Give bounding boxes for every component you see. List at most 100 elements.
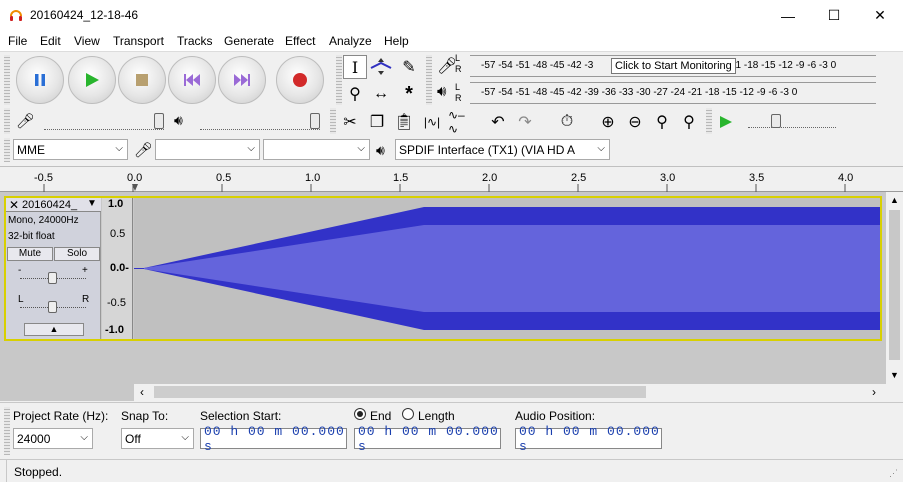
playback-device-select[interactable]: SPDIF Interface (TX1) (VIA HD A ⌵: [395, 139, 610, 160]
selection-end-time[interactable]: 00 h 00 m 00.000 s: [354, 424, 501, 454]
minimize-button[interactable]: —: [765, 0, 811, 31]
toolbar-grip[interactable]: [4, 407, 10, 455]
playback-device-speaker-icon: 🔊︎: [376, 142, 385, 158]
length-radio[interactable]: [402, 408, 414, 420]
record-meter-scale-tail: 21 -18 -15 -12 -9 -6 -3 0: [730, 60, 837, 71]
sync-lock-button[interactable]: ⏱︎: [555, 110, 579, 134]
track-menu-arrow-icon[interactable]: ▼: [87, 198, 97, 209]
toolbar-grip[interactable]: [4, 108, 10, 134]
scroll-left-arrow-icon[interactable]: ‹: [140, 385, 144, 399]
silence-audio-icon: ∿‒∿: [448, 108, 465, 136]
fit-selection-button[interactable]: ⚲: [650, 110, 674, 134]
menu-help[interactable]: Help: [384, 34, 409, 48]
paste-button[interactable]: 📋︎: [392, 110, 416, 134]
horizontal-scroll-thumb[interactable]: [154, 386, 646, 398]
vertical-scroll-thumb[interactable]: [889, 210, 900, 360]
audio-host-select[interactable]: MME ⌵: [13, 139, 128, 160]
snap-to-select[interactable]: Off ⌵: [121, 428, 194, 449]
menu-file[interactable]: File: [8, 34, 27, 48]
cut-button[interactable]: ✂: [338, 110, 362, 134]
close-window-button[interactable]: ✕: [857, 0, 903, 31]
silence-button[interactable]: ∿‒∿: [447, 108, 471, 136]
horizontal-scrollbar[interactable]: ‹ ›: [134, 384, 886, 401]
input-volume-thumb[interactable]: [154, 113, 164, 129]
menu-generate[interactable]: Generate: [224, 34, 274, 48]
ruler-tick: 1.0: [305, 172, 321, 184]
playback-meter[interactable]: -57 -54 -51 -48 -45 -42 -39 -36 -33 -30 …: [470, 82, 876, 104]
recording-channels-select[interactable]: ⌵: [263, 139, 370, 160]
vertical-scale[interactable]: 1.0 0.5 0.0- -0.5 -1.0: [102, 198, 133, 339]
menu-view[interactable]: View: [74, 34, 100, 48]
copy-button[interactable]: ❐: [365, 110, 389, 134]
stop-button[interactable]: [118, 56, 166, 104]
track-control-panel[interactable]: ✕ 20160424_ ▼ Mono, 24000Hz 32-bit float…: [6, 198, 101, 339]
timeshift-tool-button[interactable]: ↔: [369, 82, 393, 106]
multi-tool-button[interactable]: *: [397, 82, 421, 106]
toolbar-grip[interactable]: [426, 55, 432, 105]
solo-button[interactable]: Solo: [54, 247, 100, 261]
zoom-in-button[interactable]: ⊕: [596, 110, 620, 134]
output-volume-slider[interactable]: [200, 118, 320, 130]
playback-speed-thumb[interactable]: [771, 114, 781, 128]
recording-device-select[interactable]: ⌵: [155, 139, 260, 160]
maximize-button[interactable]: ☐: [811, 0, 857, 31]
trim-button[interactable]: |∿|: [420, 110, 444, 134]
scroll-up-arrow-icon[interactable]: ▲: [890, 195, 899, 205]
record-button[interactable]: [276, 56, 324, 104]
menu-edit[interactable]: Edit: [40, 34, 61, 48]
track-close-icon[interactable]: ✕: [9, 198, 19, 212]
menu-tracks[interactable]: Tracks: [177, 34, 213, 48]
menu-analyze[interactable]: Analyze: [329, 34, 372, 48]
zoom-tool-button[interactable]: ⚲: [343, 82, 367, 106]
audio-position-label: Audio Position:: [515, 409, 596, 423]
redo-button[interactable]: ↷: [513, 110, 537, 134]
selection-start-time[interactable]: 00 h 00 m 00.000 s: [200, 424, 347, 454]
envelope-tool-button[interactable]: [369, 55, 393, 79]
skip-to-start-button[interactable]: [168, 56, 216, 104]
scroll-down-arrow-icon[interactable]: ▼: [890, 370, 899, 380]
audio-position-time[interactable]: 00 h 00 m 00.000 s: [515, 424, 662, 454]
zoom-out-button[interactable]: ⊖: [623, 110, 647, 134]
envelope-icon: [370, 58, 392, 75]
redo-icon: ↷: [518, 114, 532, 131]
gain-slider-thumb[interactable]: [48, 272, 57, 284]
selection-tool-button[interactable]: I: [343, 55, 367, 79]
ruler-tick: 3.0: [660, 172, 676, 184]
mute-button[interactable]: Mute: [7, 247, 53, 261]
skip-end-icon: [234, 74, 250, 86]
draw-tool-button[interactable]: ✎: [397, 55, 421, 79]
toolbar-grip[interactable]: [336, 55, 342, 105]
menu-transport[interactable]: Transport: [113, 34, 164, 48]
play-button[interactable]: [68, 56, 116, 104]
end-radio-label[interactable]: End: [370, 409, 391, 423]
ruler-tick: 2.5: [571, 172, 587, 184]
toolbar-grip[interactable]: [4, 55, 10, 105]
length-radio-label[interactable]: Length: [418, 409, 455, 423]
resize-grip-icon[interactable]: ⋰: [889, 468, 898, 479]
vertical-scrollbar[interactable]: ▲ ▼: [886, 192, 903, 384]
playback-speed-slider[interactable]: [748, 118, 836, 128]
fit-selection-icon: ⚲: [656, 114, 668, 131]
project-rate-select[interactable]: 24000 ⌵: [13, 428, 93, 449]
output-volume-thumb[interactable]: [310, 113, 320, 129]
toolbar-grip[interactable]: [4, 138, 10, 162]
toolbar-grip[interactable]: [706, 108, 712, 134]
scroll-right-arrow-icon[interactable]: ›: [872, 385, 876, 399]
track-name[interactable]: 20160424_: [22, 199, 77, 211]
timeline-ruler[interactable]: -0.5 0.0 0.5 1.0 1.5 2.0 2.5 3.0 3.5 4.0: [0, 166, 903, 192]
speaker-icon[interactable]: 🔊︎: [437, 83, 446, 100]
fit-project-button[interactable]: ⚲: [677, 110, 701, 134]
end-radio[interactable]: [354, 408, 366, 420]
pause-button[interactable]: [16, 56, 64, 104]
pan-slider-thumb[interactable]: [48, 301, 57, 313]
ruler-tick: 1.5: [393, 172, 409, 184]
waveform-display[interactable]: [134, 198, 880, 339]
input-volume-slider[interactable]: [44, 118, 164, 130]
undo-button[interactable]: ↶: [486, 110, 510, 134]
play-meter-scale: -57 -54 -51 -48 -45 -42 -39 -36 -33 -30 …: [481, 87, 798, 98]
collapse-track-button[interactable]: ▲: [24, 323, 84, 336]
skip-to-end-button[interactable]: [218, 56, 266, 104]
menu-effect[interactable]: Effect: [285, 34, 315, 48]
play-at-speed-button[interactable]: [714, 110, 738, 134]
toolbar-grip[interactable]: [330, 108, 336, 134]
